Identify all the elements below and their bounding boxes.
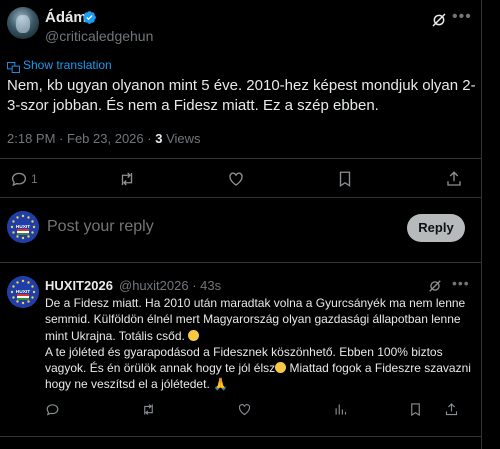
pray-emoji: 🙏 xyxy=(213,377,229,392)
more-icon[interactable]: ••• xyxy=(452,275,470,291)
reply-time[interactable]: 43s xyxy=(200,278,221,293)
author-avatar[interactable] xyxy=(7,7,39,39)
share-icon xyxy=(445,403,458,416)
repost-icon xyxy=(144,404,153,415)
meta-separator: · xyxy=(192,278,197,293)
bookmark-icon xyxy=(411,403,420,417)
composer-avatar[interactable]: HUXIT xyxy=(7,211,39,243)
reply-action[interactable] xyxy=(45,402,60,417)
avatar-text: HUXIT xyxy=(16,289,30,295)
reply-input[interactable] xyxy=(47,218,387,236)
smiley-emoji xyxy=(188,329,200,341)
reply-icon xyxy=(46,404,59,416)
meta-separator: · xyxy=(59,131,64,146)
reply-paragraph: A te jóléted és gyarapodásod a Fidesznek… xyxy=(45,344,471,392)
analytics-action[interactable] xyxy=(333,402,348,417)
post-time[interactable]: 2:18 PM xyxy=(7,131,55,146)
bookmark-icon xyxy=(339,171,351,188)
share-icon xyxy=(447,171,461,186)
views-label: Views xyxy=(166,131,201,146)
share-action[interactable] xyxy=(445,170,463,188)
post-text: Nem, kb ugyan olyanon mint 5 éve. 2010-h… xyxy=(7,77,476,114)
avatar-text: HUXIT xyxy=(16,224,30,230)
reply-button[interactable]: Reply xyxy=(407,214,465,242)
repost-action[interactable] xyxy=(118,170,136,188)
like-icon xyxy=(229,172,243,186)
reply-author-handle[interactable]: @huxit2026 xyxy=(119,278,189,293)
reply-author-avatar[interactable]: HUXIT xyxy=(7,276,39,308)
share-action[interactable] xyxy=(444,402,459,417)
reply-author-name[interactable]: HUXIT2026 xyxy=(45,278,113,293)
show-translation-link[interactable]: Show translation xyxy=(23,58,112,72)
smiley-emoji xyxy=(275,362,287,374)
author-handle[interactable]: @criticaledgehun xyxy=(45,28,153,44)
like-action[interactable] xyxy=(227,170,245,188)
divider xyxy=(0,197,481,198)
verified-badge-icon xyxy=(83,11,96,24)
reply-action[interactable]: 1 xyxy=(10,170,38,188)
divider xyxy=(0,436,481,437)
post-meta: 2:18 PM · Feb 23, 2026 · 3 Views xyxy=(7,131,201,146)
bookmark-action[interactable] xyxy=(408,402,423,417)
bookmark-action[interactable] xyxy=(336,170,354,188)
repost-action[interactable] xyxy=(141,402,156,417)
like-action[interactable] xyxy=(237,402,252,417)
reply-paragraph: De a Fidesz miatt. Ha 2010 után maradtak… xyxy=(45,296,466,343)
meta-separator: · xyxy=(147,131,152,146)
divider xyxy=(0,262,481,263)
reply-text: De a Fidesz miatt. Ha 2010 után maradtak… xyxy=(45,295,477,393)
grok-icon[interactable] xyxy=(428,279,442,293)
translate-icon xyxy=(7,62,20,73)
more-icon[interactable]: ••• xyxy=(452,8,472,26)
repost-icon xyxy=(121,172,133,186)
author-name[interactable]: Ádám xyxy=(45,9,87,26)
analytics-icon xyxy=(335,404,347,415)
views-count: 3 xyxy=(155,131,163,146)
eu-flag-avatar-icon: HUXIT xyxy=(7,276,39,308)
grok-icon[interactable] xyxy=(431,12,447,28)
reply-icon xyxy=(11,172,27,187)
eu-flag-avatar-icon: HUXIT xyxy=(7,211,39,243)
post-date[interactable]: Feb 23, 2026 xyxy=(67,131,144,146)
reply-count: 1 xyxy=(31,172,38,186)
like-icon xyxy=(238,404,251,416)
divider xyxy=(0,158,481,159)
reply-author-handle-time: @huxit2026 · 43s xyxy=(119,278,221,293)
